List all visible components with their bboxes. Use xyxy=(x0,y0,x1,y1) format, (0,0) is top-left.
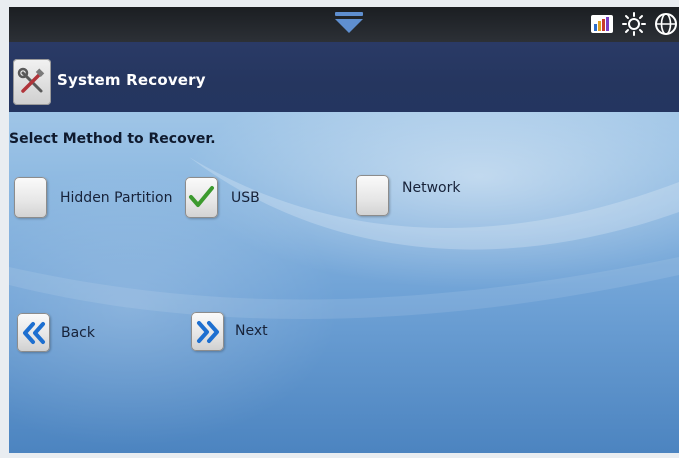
option-usb[interactable]: USB xyxy=(185,177,260,218)
globe-icon[interactable] xyxy=(653,11,679,37)
checkmark-icon xyxy=(189,186,214,207)
usb-label: USB xyxy=(231,189,260,206)
usb-checkbox[interactable] xyxy=(185,177,218,218)
next-button[interactable]: Next xyxy=(191,312,268,351)
network-checkbox[interactable] xyxy=(356,175,389,216)
back-label: Back xyxy=(61,324,95,341)
title-bar: System Recovery xyxy=(9,42,679,112)
hidden-partition-label: Hidden Partition xyxy=(60,189,173,206)
status-bar xyxy=(9,7,679,42)
tools-icon xyxy=(13,59,51,105)
pull-down-tab-icon[interactable] xyxy=(334,10,364,35)
next-label: Next xyxy=(235,322,268,339)
device-screen: System Recovery Select Method to Recover… xyxy=(9,7,679,453)
page-title: System Recovery xyxy=(57,71,206,89)
hidden-partition-checkbox[interactable] xyxy=(14,177,47,218)
instruction-text: Select Method to Recover. xyxy=(9,131,216,147)
signal-bars-icon[interactable] xyxy=(589,11,615,37)
back-button[interactable]: Back xyxy=(17,313,95,352)
double-right-arrow-icon xyxy=(191,312,224,351)
status-icons xyxy=(589,11,679,37)
double-left-arrow-icon xyxy=(17,313,50,352)
network-label: Network xyxy=(402,179,461,196)
brightness-icon[interactable] xyxy=(621,11,647,37)
option-hidden-partition[interactable]: Hidden Partition xyxy=(14,177,172,218)
option-network[interactable]: Network xyxy=(356,175,460,216)
